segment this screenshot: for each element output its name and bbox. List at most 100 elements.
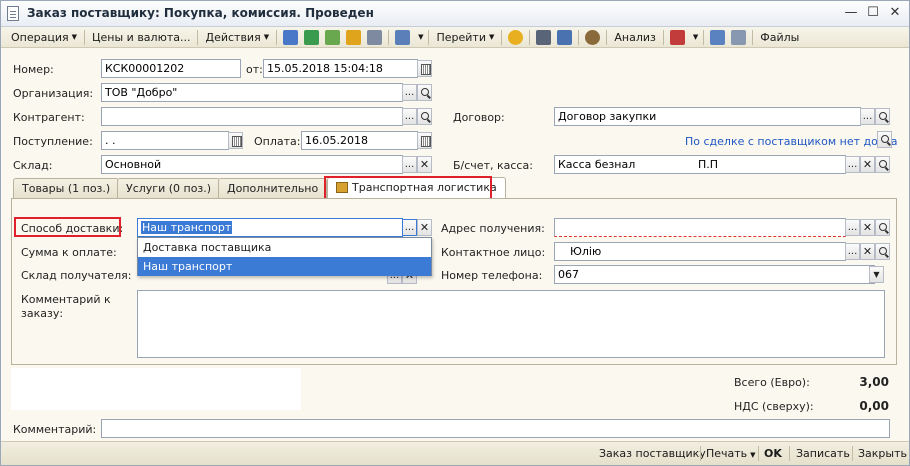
account-label: Б/счет, касса: — [453, 159, 533, 172]
select-ellipsis-button[interactable]: ... — [402, 108, 417, 125]
window-title: Заказ поставщику: Покупка, комиссия. Про… — [27, 6, 374, 20]
bottom-separator — [852, 446, 853, 461]
search-icon[interactable] — [417, 108, 432, 125]
add-row-icon[interactable] — [283, 29, 299, 45]
search-icon[interactable] — [875, 108, 890, 125]
clear-icon[interactable]: ✕ — [860, 156, 875, 173]
calendar-icon[interactable] — [417, 132, 432, 149]
search-icon[interactable] — [875, 219, 890, 236]
order-supplier-button[interactable]: Заказ поставщику — [599, 447, 706, 460]
chevron-down-icon: ▼ — [418, 33, 424, 41]
search-icon[interactable] — [875, 243, 890, 260]
maximize-button[interactable]: ☐ — [863, 4, 883, 22]
contract-field[interactable]: Договор закупки — [554, 107, 861, 126]
post-document-icon[interactable] — [346, 29, 362, 45]
toolbar-separator — [197, 29, 199, 45]
files-button[interactable]: Файлы — [756, 28, 803, 47]
option-supplier-delivery[interactable]: Доставка поставщика — [138, 238, 431, 257]
toolbar-separator — [662, 29, 664, 45]
checklist-icon[interactable] — [557, 29, 573, 45]
select-ellipsis-button[interactable]: ... — [402, 84, 417, 101]
warehouse-field[interactable]: Основной — [101, 155, 403, 174]
ok-button[interactable]: OK — [764, 447, 782, 460]
order-comment-textarea[interactable] — [137, 290, 885, 358]
recv-warehouse-label: Склад получателя: — [21, 269, 132, 282]
history-icon[interactable] — [585, 29, 601, 45]
payment-date-field[interactable]: 16.05.2018 — [301, 131, 418, 150]
tab-goods[interactable]: Товары (1 поз.) — [13, 178, 120, 199]
refresh-icon[interactable] — [325, 29, 341, 45]
number-field[interactable]: КСК00001202 — [101, 59, 241, 78]
toolbar-separator — [529, 29, 531, 45]
xml-dropdown[interactable]: ▼ — [688, 28, 700, 47]
debt-status-link[interactable]: По сделке с поставщиком нет долга — [685, 135, 897, 148]
chevron-down-icon: ▼ — [71, 33, 77, 41]
warehouse-label: Склад: — [13, 159, 53, 172]
date-field[interactable]: 15.05.2018 15:04:18 — [263, 59, 418, 78]
save-button[interactable]: Записать — [796, 447, 850, 460]
search-icon[interactable] — [417, 84, 432, 101]
document-icon — [7, 6, 19, 21]
select-ellipsis-button[interactable]: ... — [845, 243, 860, 260]
unpost-icon[interactable] — [367, 29, 383, 45]
operation-menu[interactable]: Операция ▼ — [7, 28, 81, 47]
tab-additional[interactable]: Дополнительно — [218, 178, 328, 199]
structure-icon[interactable] — [536, 29, 552, 45]
toolbar-separator — [428, 29, 430, 45]
clear-icon[interactable]: ✕ — [417, 156, 432, 173]
clear-icon[interactable]: ✕ — [860, 243, 875, 260]
chevron-down-icon[interactable]: ▼ — [869, 266, 884, 283]
contact-field[interactable]: Юлію — [554, 242, 846, 261]
toolbar-separator — [703, 29, 705, 45]
xml-icon[interactable] — [669, 29, 685, 45]
contractor-label: Контрагент: — [13, 111, 85, 124]
close-window-button[interactable]: ✕ — [885, 4, 905, 22]
help-icon[interactable] — [508, 29, 524, 45]
toolbar-separator — [578, 29, 580, 45]
actions-menu[interactable]: Действия ▼ — [201, 28, 273, 47]
receipt-date-field[interactable]: . . — [101, 131, 229, 150]
close-button[interactable]: Закрыть — [858, 447, 907, 460]
option-own-transport[interactable]: Наш транспорт — [138, 257, 431, 276]
select-ellipsis-button[interactable]: ... — [845, 219, 860, 236]
search-icon[interactable] — [875, 156, 890, 173]
select-ellipsis-button[interactable]: ... — [845, 156, 860, 173]
select-ellipsis-button[interactable]: ... — [402, 219, 417, 236]
prices-button[interactable]: Цены и валюта... — [88, 28, 194, 47]
phone-field[interactable]: 067 — [554, 265, 875, 284]
print-menu[interactable]: Печать ▼ — [706, 447, 756, 460]
org-field[interactable]: ТОВ "Добро" — [101, 83, 403, 102]
tab-services[interactable]: Услуги (0 поз.) — [117, 178, 221, 199]
total-label: Всего (Евро): — [734, 376, 810, 389]
tab-transport-logistics[interactable]: Транспортная логистика — [327, 177, 506, 200]
calendar-icon[interactable] — [417, 60, 432, 77]
contractor-field[interactable] — [101, 107, 403, 126]
select-ellipsis-button[interactable]: ... — [860, 108, 875, 125]
bottom-separator — [700, 446, 701, 461]
receipt-label: Поступление: — [13, 135, 93, 148]
analysis-button[interactable]: Анализ — [610, 28, 660, 47]
clear-icon[interactable]: ✕ — [417, 219, 432, 236]
order-window: Заказ поставщику: Покупка, комиссия. Про… — [0, 0, 910, 466]
search-icon[interactable] — [877, 131, 892, 148]
preview-icon[interactable] — [710, 29, 726, 45]
based-on-dropdown[interactable]: ▼ — [413, 28, 425, 47]
report-icon[interactable] — [731, 29, 747, 45]
clear-icon[interactable]: ✕ — [860, 219, 875, 236]
amount-label: Сумма к оплате: — [21, 246, 117, 259]
copy-icon[interactable] — [304, 29, 320, 45]
based-on-icon[interactable] — [395, 29, 411, 45]
comment-field[interactable] — [101, 419, 890, 438]
minimize-button[interactable]: — — [841, 4, 861, 22]
toolbar-separator — [606, 29, 608, 45]
address-label: Адрес получения: — [441, 222, 545, 235]
print-label: Печать — [706, 447, 748, 460]
toolbar-separator — [276, 29, 278, 45]
calendar-icon[interactable] — [228, 132, 243, 149]
select-ellipsis-button[interactable]: ... — [402, 156, 417, 173]
account-field[interactable]: Касса безнал П.П — [554, 155, 846, 174]
goto-menu[interactable]: Перейти ▼ — [432, 28, 498, 47]
address-field[interactable] — [554, 218, 846, 237]
delivery-method-field[interactable]: Наш транспорт — [137, 218, 403, 237]
operation-label: Операция — [11, 30, 69, 44]
